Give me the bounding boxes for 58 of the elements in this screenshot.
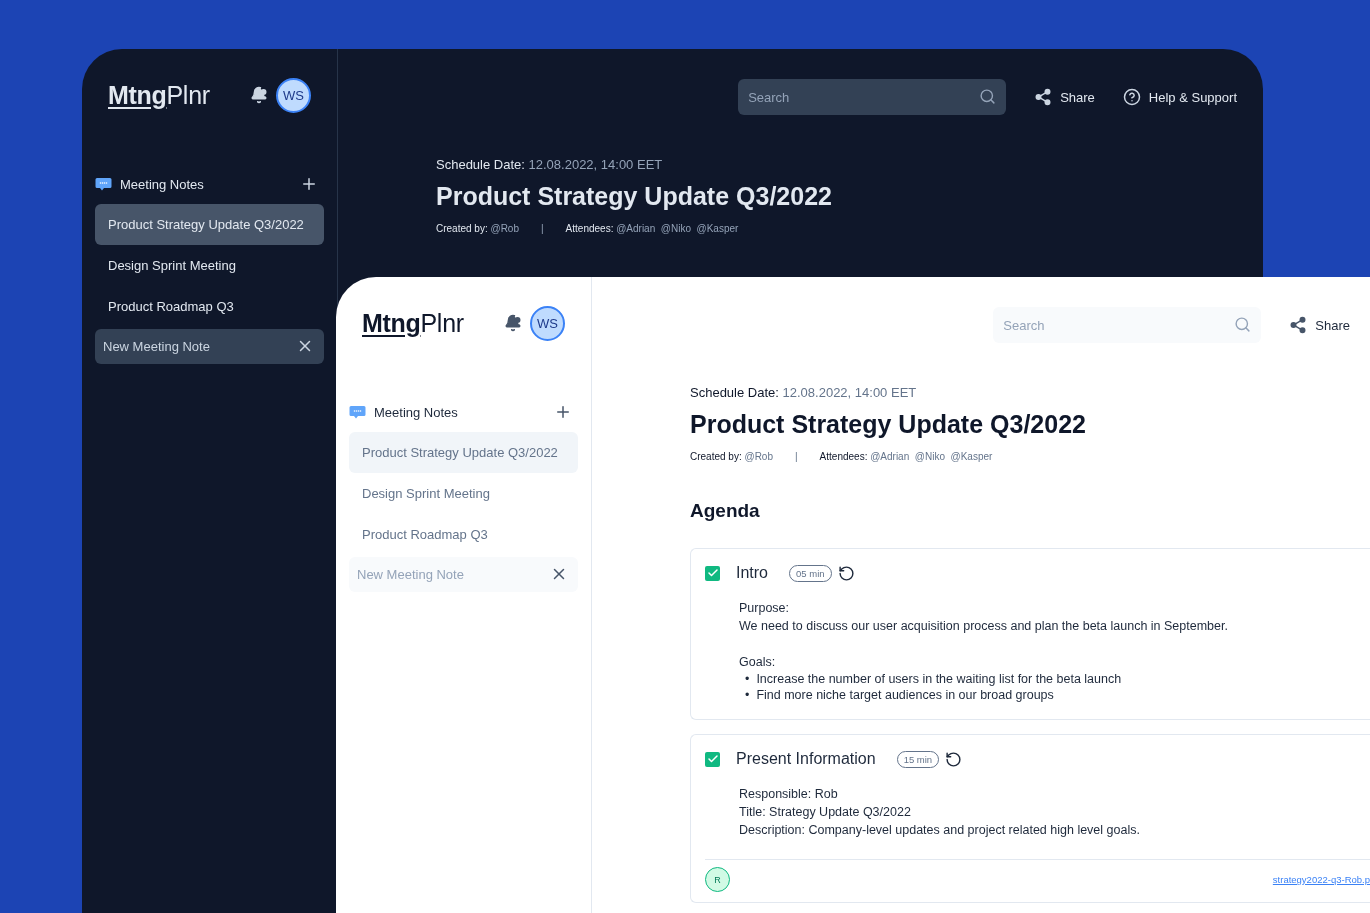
logo: MtngPlnr xyxy=(108,80,210,110)
bullet-mark: • xyxy=(745,687,750,703)
share-icon xyxy=(1289,316,1308,334)
reset-icon[interactable] xyxy=(945,750,963,768)
bell-icon[interactable] xyxy=(504,314,522,332)
attendees: Attendees: @Adrian @Niko @Kasper xyxy=(819,451,993,462)
bell-icon[interactable] xyxy=(250,86,268,104)
user-avatar[interactable]: WS xyxy=(276,77,311,113)
separator: | xyxy=(541,223,544,234)
note-item[interactable]: Product Strategy Update Q3/2022 xyxy=(95,204,324,245)
body-label: Purpose: xyxy=(739,600,791,617)
agenda-item-title: Intro xyxy=(736,564,768,582)
new-note-field[interactable]: New Meeting Note xyxy=(95,329,324,364)
body-label: Goals: xyxy=(739,654,777,671)
help-button[interactable]: Help & Support xyxy=(1122,88,1237,106)
body-text: Responsible: Rob xyxy=(739,786,839,803)
add-icon[interactable] xyxy=(300,175,318,193)
attachment-link[interactable]: strategy2022-q3-Rob.p xyxy=(1272,874,1370,885)
search-field[interactable]: Search xyxy=(993,307,1262,343)
created-by: Created by: @Rob xyxy=(436,223,519,234)
user-avatar[interactable]: WS xyxy=(530,305,565,341)
note-item[interactable]: Product Strategy Update Q3/2022 xyxy=(349,432,578,473)
separator: | xyxy=(795,451,798,462)
user-avatar[interactable]: R xyxy=(705,867,730,892)
checkbox[interactable] xyxy=(705,565,720,581)
bullet-mark: • xyxy=(745,671,750,687)
new-note-field[interactable]: New Meeting Note xyxy=(349,557,578,592)
add-icon[interactable] xyxy=(554,403,572,421)
share-button[interactable]: Share xyxy=(1289,316,1350,334)
body-text: We need to discuss our user acquisition process and plan the beta launch in September. xyxy=(739,618,1229,635)
agenda-item-title: Present Information xyxy=(736,750,876,768)
logo: MtngPlnr xyxy=(362,308,464,338)
note-item[interactable]: Product Roadmap Q3 xyxy=(95,286,324,327)
agenda-heading: Agenda xyxy=(690,500,761,522)
section-title: Meeting Notes xyxy=(374,404,459,420)
goal-item: Increase the number of users in the waiting list for the beta launch xyxy=(756,671,1122,687)
note-item[interactable]: Design Sprint Meeting xyxy=(95,245,324,286)
help-icon xyxy=(1122,88,1141,106)
checkbox[interactable] xyxy=(705,751,720,767)
note-title: Product Strategy Update Q3/2022 xyxy=(436,182,833,211)
attendees: Attendees: @Adrian @Niko @Kasper xyxy=(565,223,739,234)
chat-icon xyxy=(349,405,366,419)
chat-icon xyxy=(95,177,112,191)
share-button[interactable]: Share xyxy=(1034,88,1095,106)
schedule-date: Schedule Date: 12.08.2022, 14:00 EET xyxy=(436,157,664,172)
share-icon xyxy=(1034,88,1053,106)
note-item[interactable]: Design Sprint Meeting xyxy=(349,473,578,514)
note-title: Product Strategy Update Q3/2022 xyxy=(690,410,1087,439)
body-text: Title: Strategy Update Q3/2022 xyxy=(739,804,912,821)
reset-icon[interactable] xyxy=(837,564,855,582)
section-title: Meeting Notes xyxy=(120,176,205,192)
body-text: Description: Company-level updates and project related high level goals. xyxy=(739,822,1141,839)
search-field[interactable]: Search xyxy=(738,79,1007,115)
schedule-date: Schedule Date: 12.08.2022, 14:00 EET xyxy=(690,385,918,400)
goal-item: Find more niche target audiences in our broad groups xyxy=(756,687,1054,703)
search-icon[interactable] xyxy=(979,88,997,105)
created-by: Created by: @Rob xyxy=(690,451,773,462)
note-item[interactable]: Product Roadmap Q3 xyxy=(349,514,578,555)
